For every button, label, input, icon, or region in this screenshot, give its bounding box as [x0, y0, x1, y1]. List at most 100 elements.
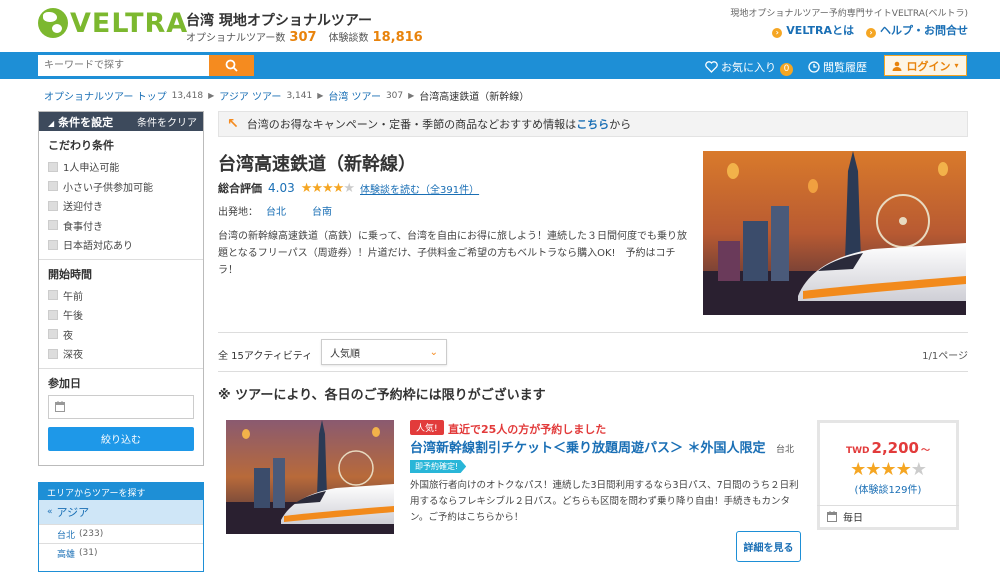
about-link-label: VELTRAとは — [786, 24, 854, 37]
divider — [218, 371, 968, 372]
breadcrumb-count: 13,418 — [171, 90, 204, 101]
reviews-link[interactable]: 体験談を読む（全391件） — [360, 181, 479, 196]
checkbox-late-night[interactable]: 深夜 — [48, 344, 195, 364]
product-description: 台湾の新幹線高速鉄道（高鉄）に乗って、台湾を自由にお得に旅しよう！連続した３日間… — [218, 231, 687, 276]
calendar-icon — [827, 511, 837, 522]
price-currency: TWD — [845, 446, 870, 456]
history-link[interactable]: 閲覧履歴 — [808, 59, 867, 75]
tour-title-link[interactable]: 台湾新幹線割引チケット＜乗り放題周遊パス＞ ＊外国人限定 — [410, 437, 766, 456]
star-icon: ★★★★ — [850, 459, 912, 480]
rating-label: 総合評価 — [218, 182, 262, 195]
chevron-left-icon: « — [47, 507, 53, 517]
checkbox-transfer[interactable]: 送迎付き — [48, 196, 195, 216]
area-name: 台北 — [57, 530, 76, 541]
checkbox-morning[interactable]: 午前 — [48, 286, 195, 306]
price-suffix: ～ — [920, 446, 930, 456]
price-amount: 2,200 — [871, 439, 919, 457]
breadcrumb-separator-icon: ▶ — [208, 91, 215, 100]
area-selected[interactable]: «アジア — [39, 500, 203, 524]
review-count: 18,816 — [372, 30, 423, 45]
history-label: 閲覧履歴 — [823, 61, 867, 74]
star-icon: ★★★★ — [300, 180, 345, 196]
area-panel: エリアからツアーを探す «アジア 台北 (233) 高雄 (31) — [38, 482, 204, 572]
departure-tainan[interactable]: 台南 — [312, 203, 332, 218]
checkbox-meal[interactable]: 食事付き — [48, 216, 195, 236]
checkbox-icon — [48, 161, 58, 172]
page-info: 1/1ページ — [922, 351, 968, 362]
conditions-title: こだわり条件 — [48, 139, 114, 152]
chevron-down-icon: ⌄ — [429, 346, 438, 358]
about-link[interactable]: › VELTRAとは — [772, 22, 854, 38]
help-link[interactable]: › ヘルプ・お問合せ — [866, 22, 968, 38]
checkbox-kids[interactable]: 小さい子供参加可能 — [48, 177, 195, 197]
checkbox-label: 深夜 — [63, 350, 83, 362]
arrow-up-left-icon: ↖ — [227, 116, 239, 132]
help-link-label: ヘルプ・お問合せ — [880, 24, 968, 37]
area-item-taipei[interactable]: 台北 (233) — [39, 524, 203, 543]
area-count: (233) — [79, 529, 104, 539]
checkbox-solo[interactable]: 1人申込可能 — [48, 157, 195, 177]
checkbox-icon — [48, 290, 58, 301]
breadcrumb: オプショナルツアー トップ 13,418 ▶ アジア ツアー 3,141 ▶ 台湾 … — [44, 88, 530, 104]
checkbox-afternoon[interactable]: 午後 — [48, 305, 195, 325]
checkbox-label: 午後 — [63, 311, 83, 323]
divider — [218, 332, 968, 333]
checkbox-icon — [48, 200, 58, 211]
promo-text-after: から — [609, 118, 632, 131]
area-item-kaohsiung[interactable]: 高雄 (31) — [39, 543, 203, 562]
recent-bookings: 直近で25人の方が予約しました — [448, 423, 607, 436]
tour-price: TWD 2,200 ～ — [820, 439, 956, 457]
login-button[interactable]: ログイン ▾ — [884, 55, 967, 76]
checkbox-label: 小さい子供参加可能 — [63, 182, 153, 194]
promo-link[interactable]: こちら — [576, 116, 609, 132]
checkbox-icon — [48, 348, 58, 359]
clock-icon — [808, 61, 820, 73]
checkbox-label: 夜 — [63, 330, 73, 342]
site-header: VELTRA 台湾 現地オプショナルツアー オプショナルツアー数 307 体験談数 1… — [0, 0, 1000, 52]
breadcrumb-separator-icon: ▶ — [408, 91, 415, 100]
tour-reviews-link[interactable]: (体験談129件) — [820, 481, 956, 496]
sort-select[interactable]: 人気順 ⌄ — [321, 339, 447, 365]
checkbox-japanese[interactable]: 日本語対応あり — [48, 235, 195, 255]
nav-bar: お気に入り 0 閲覧履歴 ログイン ▾ — [0, 52, 1000, 79]
breadcrumb-asia[interactable]: アジア ツアー — [219, 88, 281, 103]
schedule-row: 毎日 — [817, 505, 959, 527]
tour-rating-stars: ★★★★★ — [820, 459, 956, 480]
time-title: 開始時間 — [48, 267, 92, 281]
hero-image — [703, 151, 966, 315]
departure-taipei[interactable]: 台北 — [266, 203, 286, 218]
tour-image[interactable] — [226, 420, 394, 534]
checkbox-icon — [48, 239, 58, 250]
schedule-text: 毎日 — [843, 513, 863, 524]
activity-count: 全 15アクティビティ — [218, 351, 313, 362]
logo-text: VELTRA — [70, 7, 189, 39]
favorites-link[interactable]: お気に入り 0 — [705, 59, 793, 76]
departure-row: 出発地： 台北 台南 — [218, 203, 332, 218]
checkbox-label: 日本語対応あり — [63, 241, 133, 253]
area-selected-label: アジア — [56, 506, 90, 519]
breadcrumb-top[interactable]: オプショナルツアー トップ — [44, 88, 167, 103]
clear-filters-link[interactable]: 条件をクリア — [137, 114, 197, 129]
tour-count: 307 — [289, 30, 317, 45]
breadcrumb-count: 307 — [385, 90, 404, 101]
review-count-label: 体験談数 — [328, 33, 369, 44]
user-icon — [892, 61, 902, 71]
apply-filters-button[interactable]: 絞り込む — [48, 426, 194, 451]
tour-location: 台北 — [776, 445, 795, 455]
star-empty-icon: ★ — [343, 180, 355, 196]
site-stats: オプショナルツアー数 307 体験談数 18,816 — [186, 29, 435, 45]
details-button[interactable]: 詳細を見る — [736, 531, 801, 562]
breadcrumb-count: 3,141 — [286, 90, 313, 101]
breadcrumb-current: 台湾高速鉄道（新幹線） — [419, 92, 530, 103]
breadcrumb-taiwan[interactable]: 台湾 ツアー — [328, 88, 381, 103]
search-icon — [225, 59, 238, 72]
date-title: 参加日 — [48, 376, 81, 390]
time-section: 開始時間 午前 午後 夜 深夜 — [39, 260, 203, 364]
date-input[interactable] — [48, 394, 194, 419]
tagline: 現地オプショナルツアー予約専門サイトVELTRA(ベルトラ) — [730, 9, 968, 19]
checkbox-night[interactable]: 夜 — [48, 325, 195, 345]
veltra-logo[interactable]: VELTRA — [38, 7, 189, 39]
breadcrumb-separator-icon: ▶ — [317, 91, 324, 100]
search-button[interactable] — [209, 55, 254, 76]
search-input[interactable] — [38, 55, 210, 76]
